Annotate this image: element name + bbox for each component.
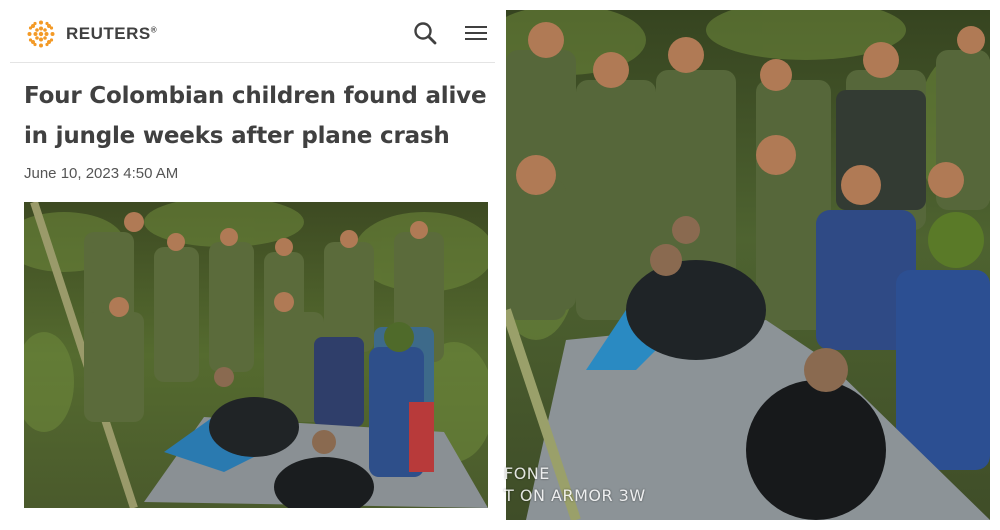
article-date: June 10, 2023 4:50 AM (24, 165, 179, 182)
registered-mark: ® (150, 25, 158, 35)
site-header: REUTERS® (10, 10, 495, 63)
enlarged-photo[interactable] (506, 10, 990, 520)
search-button[interactable] (412, 20, 438, 46)
reuters-logo-icon (27, 20, 55, 48)
menu-button[interactable] (463, 20, 489, 46)
photo-overlay-text-line1: FONE (504, 464, 550, 483)
hamburger-menu-icon (465, 26, 487, 40)
article-photo[interactable] (24, 202, 488, 508)
article-panel: REUTERS® Four Colombian children found a… (0, 0, 500, 530)
search-icon (414, 22, 437, 45)
photo-overlay-text-line2: T ON ARMOR 3W (504, 486, 646, 505)
reuters-wordmark: REUTERS® (66, 24, 157, 44)
article-headline[interactable]: Four Colombian children found alive in j… (24, 76, 494, 156)
reuters-logo[interactable]: REUTERS® (22, 15, 157, 53)
brand-name: REUTERS (66, 24, 151, 43)
